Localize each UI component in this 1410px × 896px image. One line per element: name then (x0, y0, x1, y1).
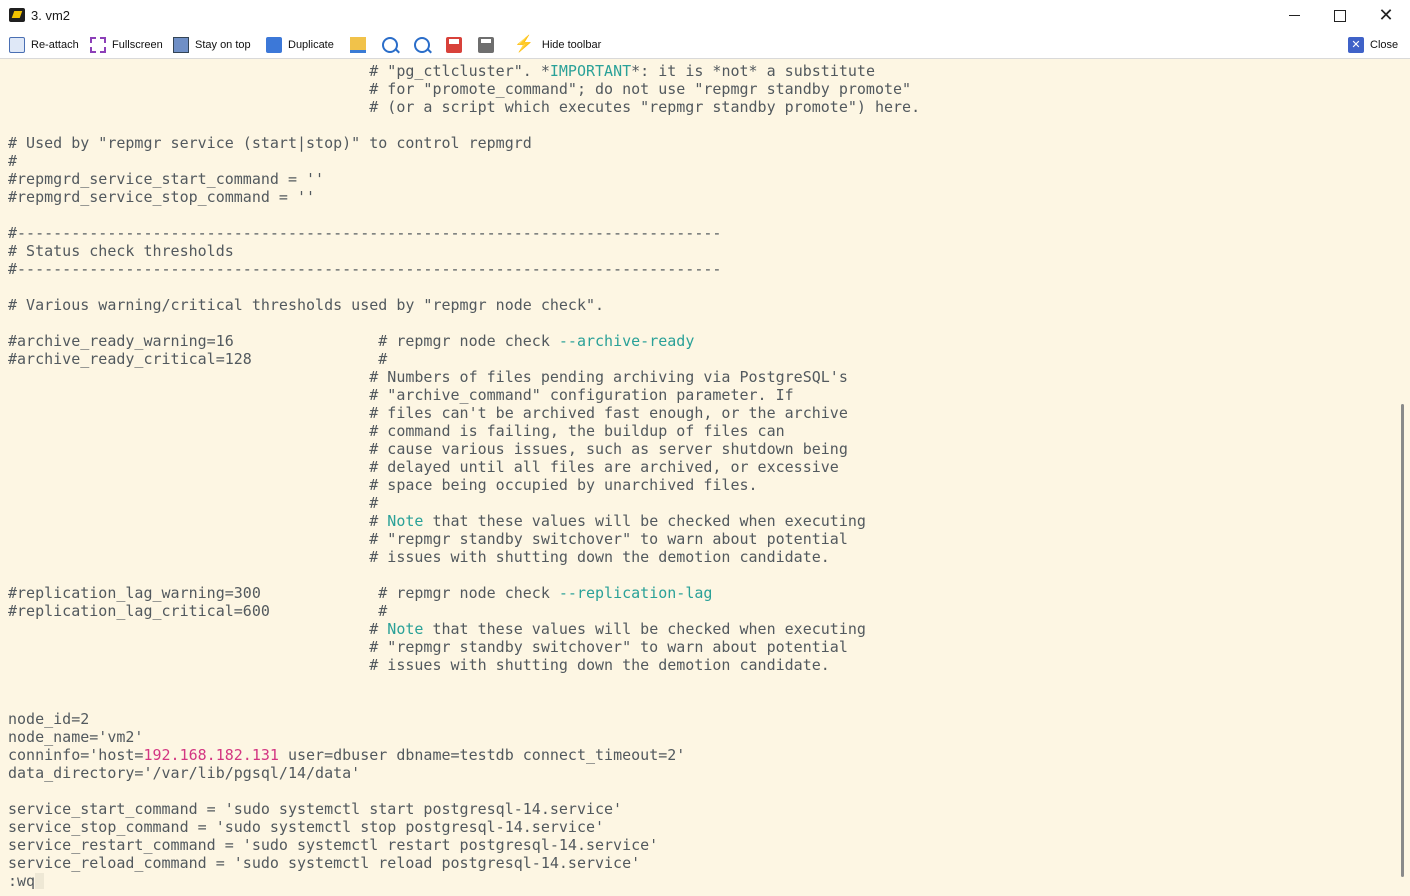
reattach-icon (9, 37, 25, 53)
fullscreen-icon (90, 37, 106, 53)
print-button[interactable] (478, 35, 500, 55)
terminal-line: # (8, 152, 18, 170)
hide-toolbar-button[interactable]: ⚡ Hide toolbar (514, 35, 601, 55)
terminal-line: # Used by "repmgr service (start|stop)" … (8, 134, 532, 152)
maximize-icon (1334, 9, 1346, 22)
terminal-line: # space being occupied by unarchived fil… (8, 476, 758, 494)
title-bar: 3. vm2 ✕ (0, 0, 1410, 31)
terminal-line: #replication_lag_critical=600 # (8, 602, 388, 620)
zoom-in-button[interactable] (382, 35, 404, 55)
terminal-line: node_name='vm2' (8, 728, 144, 746)
fullscreen-label: Fullscreen (112, 39, 163, 51)
duplicate-label: Duplicate (288, 39, 334, 51)
reattach-button[interactable]: Re-attach (9, 35, 79, 55)
fullscreen-button[interactable]: Fullscreen (90, 35, 163, 55)
save-icon (446, 37, 462, 53)
terminal-line: # for "promote_command"; do not use "rep… (8, 80, 912, 98)
scrollbar[interactable] (1393, 59, 1410, 896)
terminal-line: # files can't be archived fast enough, o… (8, 404, 848, 422)
terminal-line: data_directory='/var/lib/pgsql/14/data' (8, 764, 361, 782)
terminal-line: #archive_ready_warning=16 # repmgr node … (8, 332, 695, 350)
terminal-line: # Various warning/critical thresholds us… (8, 296, 605, 314)
terminal-line: service_stop_command = 'sudo systemctl s… (8, 818, 605, 836)
terminal-line: # cause various issues, such as server s… (8, 440, 848, 458)
terminal-line: # Numbers of files pending archiving via… (8, 368, 848, 386)
terminal-line: # "archive_command" configuration parame… (8, 386, 794, 404)
hide-toolbar-label: Hide toolbar (541, 39, 602, 51)
terminal-line: #---------------------------------------… (8, 224, 722, 242)
duplicate-icon (266, 37, 282, 53)
scrollbar-thumb[interactable] (1401, 404, 1404, 877)
terminal-area[interactable]: # "pg_ctlcluster". *IMPORTANT*: it is *n… (0, 59, 1393, 896)
close-window-button[interactable]: ✕ (1363, 0, 1409, 31)
terminal-line: # (8, 494, 379, 512)
terminal-line: #archive_ready_critical=128 # (8, 350, 388, 368)
edit-icon (350, 37, 366, 53)
zoom-in-icon (382, 37, 398, 53)
save-button[interactable] (446, 35, 468, 55)
terminal-line: # Note that these values will be checked… (8, 512, 866, 530)
terminal-line: #repmgrd_service_start_command = '' (8, 170, 325, 188)
close-button[interactable]: ✕ Close (1348, 35, 1398, 55)
app-icon (9, 8, 25, 22)
zoom-out-button[interactable] (414, 35, 436, 55)
duplicate-button[interactable]: Duplicate (266, 35, 334, 55)
terminal-line: # command is failing, the buildup of fil… (8, 422, 785, 440)
terminal-line: # Note that these values will be checked… (8, 620, 866, 638)
window-title: 3. vm2 (31, 8, 71, 23)
minimize-button[interactable] (1271, 0, 1317, 31)
print-icon (478, 37, 494, 53)
stay-on-top-button[interactable]: Stay on top (173, 35, 251, 55)
terminal-line: #replication_lag_warning=300 # repmgr no… (8, 584, 713, 602)
terminal-line: #repmgrd_service_stop_command = '' (8, 188, 316, 206)
command-line: :wq (8, 872, 45, 890)
stay-on-top-icon (173, 37, 189, 53)
reattach-label: Re-attach (31, 39, 79, 51)
terminal-line: # (or a script which executes "repmgr st… (8, 98, 921, 116)
terminal-line: # "repmgr standby switchover" to warn ab… (8, 530, 848, 548)
terminal-line: # delayed until all files are archived, … (8, 458, 839, 476)
terminal-line: service_restart_command = 'sudo systemct… (8, 836, 659, 854)
close-label: Close (1370, 39, 1399, 51)
edit-button[interactable] (350, 35, 372, 55)
terminal-line: # Status check thresholds (8, 242, 234, 260)
stay-on-top-label: Stay on top (195, 39, 251, 51)
maximize-button[interactable] (1317, 0, 1363, 31)
minimize-icon (1288, 15, 1300, 16)
zoom-out-icon (414, 37, 430, 53)
toolbar: Re-attach Fullscreen Stay on top Duplica… (0, 31, 1410, 59)
terminal-line: service_start_command = 'sudo systemctl … (8, 800, 623, 818)
text-cursor (35, 873, 45, 889)
close-icon: ✕ (1348, 37, 1364, 53)
terminal-line: node_id=2 (8, 710, 90, 728)
terminal-line: # "repmgr standby switchover" to warn ab… (8, 638, 848, 656)
hide-toolbar-icon: ⚡ (514, 36, 534, 53)
terminal-line: conninfo='host=192.168.182.131 user=dbus… (8, 746, 686, 764)
terminal-line: # issues with shutting down the demotion… (8, 548, 830, 566)
terminal-line: service_reload_command = 'sudo systemctl… (8, 854, 641, 872)
terminal-line: # "pg_ctlcluster". *IMPORTANT*: it is *n… (8, 62, 875, 80)
terminal-line: #---------------------------------------… (8, 260, 722, 278)
terminal-line: # issues with shutting down the demotion… (8, 656, 830, 674)
close-window-icon: ✕ (1378, 5, 1394, 25)
